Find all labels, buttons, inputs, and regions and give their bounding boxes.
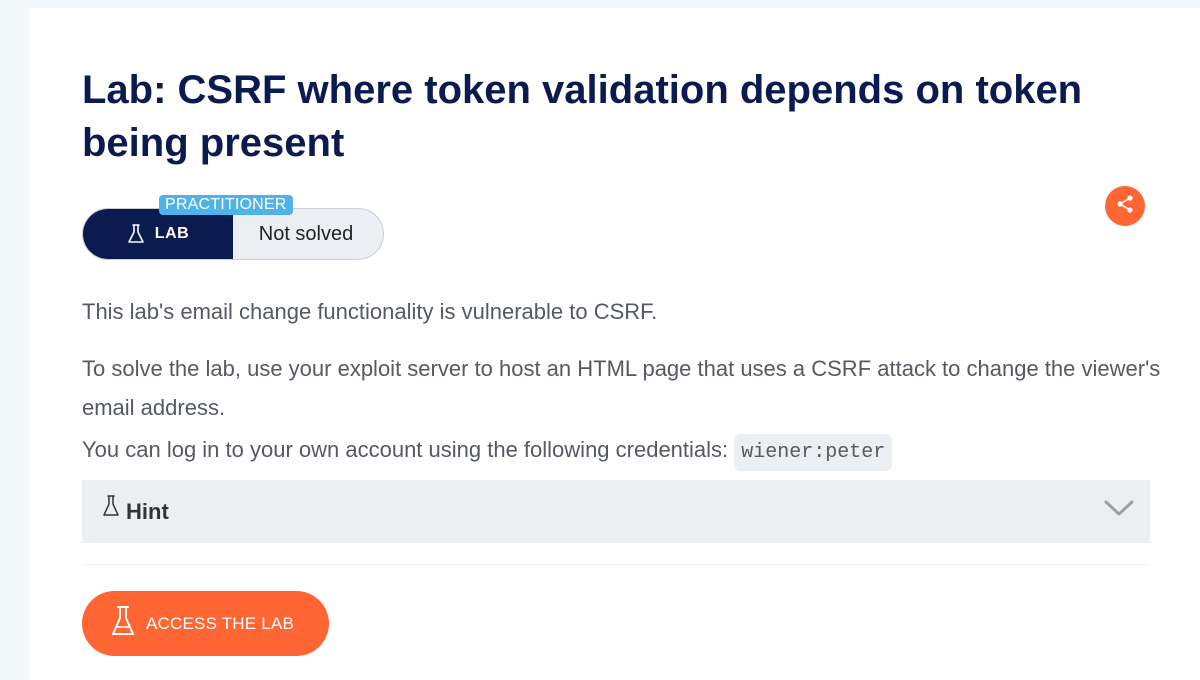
lab-page: Lab: CSRF where token validation depends… [30, 8, 1200, 680]
credentials-code: wiener:peter [734, 434, 893, 471]
chevron-down-icon [1104, 498, 1134, 523]
description-paragraph: This lab's email change functionality is… [82, 299, 658, 324]
credentials-paragraph: You can log in to your own account using… [82, 430, 1162, 472]
lab-status-widget: PRACTITIONER LAB Not solved [82, 195, 384, 260]
hint-toggle[interactable]: Hint [82, 480, 1150, 543]
lab-status-badge: LAB Not solved [82, 208, 384, 260]
lab-status: Not solved [258, 222, 354, 245]
lab-badge: LAB [83, 209, 233, 259]
divider [82, 564, 1150, 565]
flask-icon [102, 495, 120, 522]
share-icon [1115, 194, 1135, 219]
flask-icon [82, 605, 146, 642]
access-lab-label: ACCESS THE LAB [146, 613, 294, 633]
lab-badge-label: LAB [154, 225, 190, 242]
credentials-text: You can log in to your own account using… [82, 437, 729, 462]
page-title: Lab: CSRF where token validation depends… [82, 68, 1083, 165]
description-paragraph: To solve the lab, use your exploit serve… [82, 356, 1161, 420]
access-lab-button[interactable]: ACCESS THE LAB [82, 591, 329, 656]
level-badge: PRACTITIONER [159, 195, 293, 215]
share-button[interactable] [1105, 186, 1145, 226]
flask-icon [127, 224, 145, 244]
hint-label: Hint [126, 498, 169, 524]
